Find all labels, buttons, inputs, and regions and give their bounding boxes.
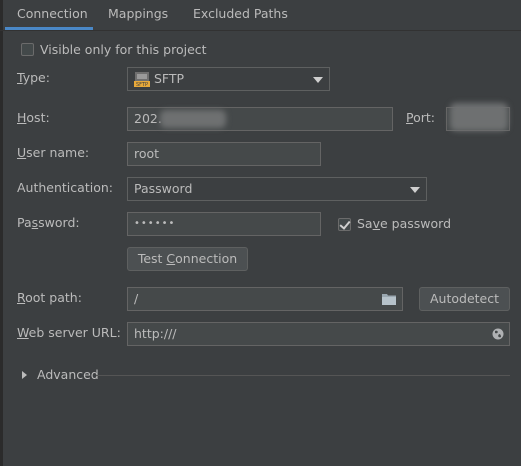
user-name-label: User name:	[17, 145, 90, 160]
root-path-label: Root path:	[17, 290, 82, 305]
save-password-label: Save password	[357, 216, 452, 231]
tab-excluded-paths-label: Excluded Paths	[193, 6, 288, 21]
svg-text:SFTP: SFTP	[136, 82, 148, 87]
autodetect-label: Autodetect	[429, 291, 499, 306]
user-name-value: root	[134, 146, 160, 161]
advanced-separator	[96, 375, 510, 376]
authentication-value: Password	[134, 181, 193, 196]
folder-icon[interactable]	[382, 293, 396, 305]
authentication-label: Authentication:	[17, 180, 113, 195]
chevron-down-icon	[410, 187, 420, 193]
root-path-input[interactable]: /	[127, 287, 403, 311]
tab-connection-label: Connection	[17, 6, 88, 21]
chevron-down-icon	[313, 77, 323, 83]
host-label: Host:	[17, 110, 50, 125]
port-label: Port:	[406, 110, 435, 125]
type-value: SFTP	[154, 71, 185, 86]
tab-excluded-paths[interactable]: Excluded Paths	[181, 0, 300, 30]
type-dropdown[interactable]: SFTP SFTP	[127, 67, 330, 91]
password-input[interactable]: ••••••	[127, 212, 321, 236]
test-connection-button[interactable]: Test Connection	[127, 247, 248, 271]
visible-only-checkbox[interactable]	[21, 43, 34, 56]
port-redaction	[450, 103, 508, 131]
type-label: Type:	[17, 70, 50, 85]
tab-bar: Connection Mappings Excluded Paths	[0, 0, 521, 31]
host-value: 202.	[134, 111, 162, 126]
globe-icon[interactable]	[492, 328, 504, 340]
user-name-input[interactable]: root	[127, 142, 321, 166]
sftp-icon: SFTP	[134, 72, 150, 87]
tab-connection[interactable]: Connection	[5, 0, 93, 30]
password-value: ••••••	[134, 218, 176, 229]
tab-mappings[interactable]: Mappings	[96, 0, 180, 30]
password-label: Password:	[17, 215, 80, 230]
window-left-edge	[0, 0, 3, 466]
advanced-label[interactable]: Advanced	[37, 365, 99, 385]
web-server-url-input[interactable]: http:///	[127, 322, 510, 346]
authentication-dropdown[interactable]: Password	[127, 177, 427, 201]
web-server-url-label: Web server URL:	[17, 325, 121, 340]
root-path-value: /	[134, 291, 139, 306]
autodetect-button[interactable]: Autodetect	[419, 287, 510, 311]
web-server-url-value: http:///	[134, 326, 177, 341]
visible-only-label: Visible only for this project	[40, 42, 207, 57]
expand-advanced-icon[interactable]	[22, 371, 27, 379]
tab-mappings-label: Mappings	[108, 6, 169, 21]
save-password-checkbox[interactable]	[338, 218, 351, 231]
host-redaction	[160, 110, 226, 128]
